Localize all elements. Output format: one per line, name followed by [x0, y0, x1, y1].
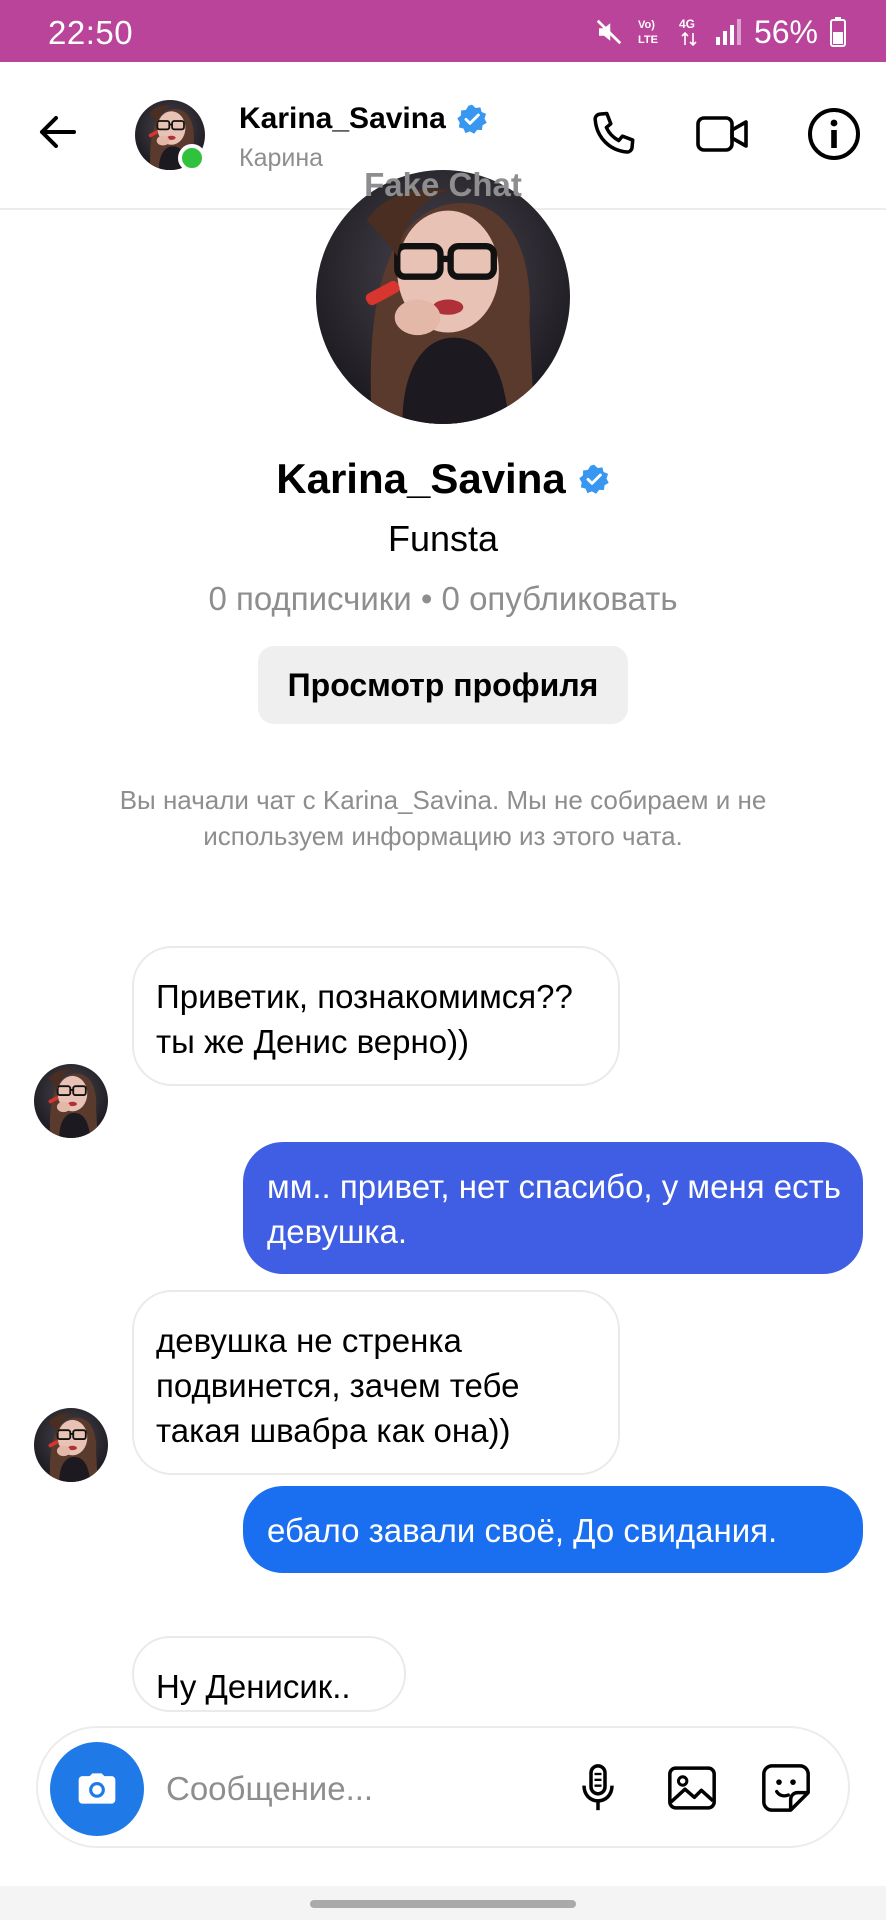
- verified-badge-icon: [579, 464, 609, 494]
- status-time: 22:50: [48, 14, 134, 51]
- svg-text:Vo): Vo): [638, 19, 655, 31]
- chat-privacy-notice: Вы начали чат с Karina_Savina. Мы не соб…: [119, 785, 767, 851]
- home-indicator[interactable]: [310, 1900, 576, 1908]
- back-arrow-icon: [40, 116, 76, 148]
- verified-badge-icon: [457, 104, 487, 134]
- mute-icon: [594, 17, 624, 47]
- info-icon: [808, 108, 860, 160]
- header-name[interactable]: Karina_Savina: [239, 102, 488, 136]
- header-name-text: Karina_Savina: [239, 102, 446, 135]
- camera-icon: [78, 1773, 116, 1804]
- message-incoming[interactable]: девушка не стренка подвинется, зачем теб…: [132, 1290, 620, 1475]
- microphone-button[interactable]: [570, 1760, 626, 1816]
- microphone-icon: [582, 1764, 614, 1811]
- svg-text:LTE: LTE: [638, 34, 658, 46]
- sticker-icon: [762, 1764, 810, 1812]
- message-avatar[interactable]: [34, 1408, 108, 1482]
- view-profile-button[interactable]: Просмотр профиля: [258, 646, 628, 724]
- gallery-button[interactable]: [664, 1760, 720, 1816]
- status-bar: 22:50 Vo) LTE 4G 56%: [0, 0, 886, 62]
- back-button[interactable]: [34, 108, 82, 156]
- message-avatar[interactable]: [34, 1064, 108, 1138]
- profile-name: Karina_Savina: [0, 455, 886, 503]
- message-outgoing[interactable]: ебало завали своё, До свидания.: [243, 1486, 863, 1573]
- message-input[interactable]: [166, 1762, 546, 1816]
- call-button[interactable]: [587, 106, 643, 162]
- battery-percent: 56%: [753, 13, 818, 50]
- status-icons: Vo) LTE 4G 56%: [594, 12, 846, 52]
- profile-name-text: Karina_Savina: [276, 455, 566, 502]
- svg-text:4G: 4G: [679, 17, 695, 31]
- signal-icon: [714, 17, 742, 47]
- profile-photo[interactable]: [316, 170, 570, 424]
- message-incoming[interactable]: Ну Денисик..: [132, 1636, 406, 1712]
- profile-stats: 0 подписчики • 0 опубликовать: [208, 580, 678, 617]
- battery-icon: [830, 17, 846, 47]
- message-incoming[interactable]: Приветик, познакомимся?? ты же Денис вер…: [132, 946, 620, 1086]
- info-button[interactable]: [806, 106, 862, 162]
- profile-subtitle: Funsta: [387, 518, 499, 559]
- gallery-icon: [668, 1766, 716, 1810]
- camera-button[interactable]: [50, 1742, 144, 1836]
- 4g-icon: 4G: [678, 15, 702, 49]
- video-call-button[interactable]: [694, 106, 750, 162]
- volte-icon: Vo) LTE: [636, 15, 666, 49]
- fake-chat-watermark: Fake Chat: [364, 166, 522, 203]
- sticker-button[interactable]: [758, 1760, 814, 1816]
- video-icon: [696, 116, 748, 152]
- message-outgoing[interactable]: мм.. привет, нет спасибо, у меня есть де…: [243, 1142, 863, 1274]
- phone-icon: [593, 111, 635, 154]
